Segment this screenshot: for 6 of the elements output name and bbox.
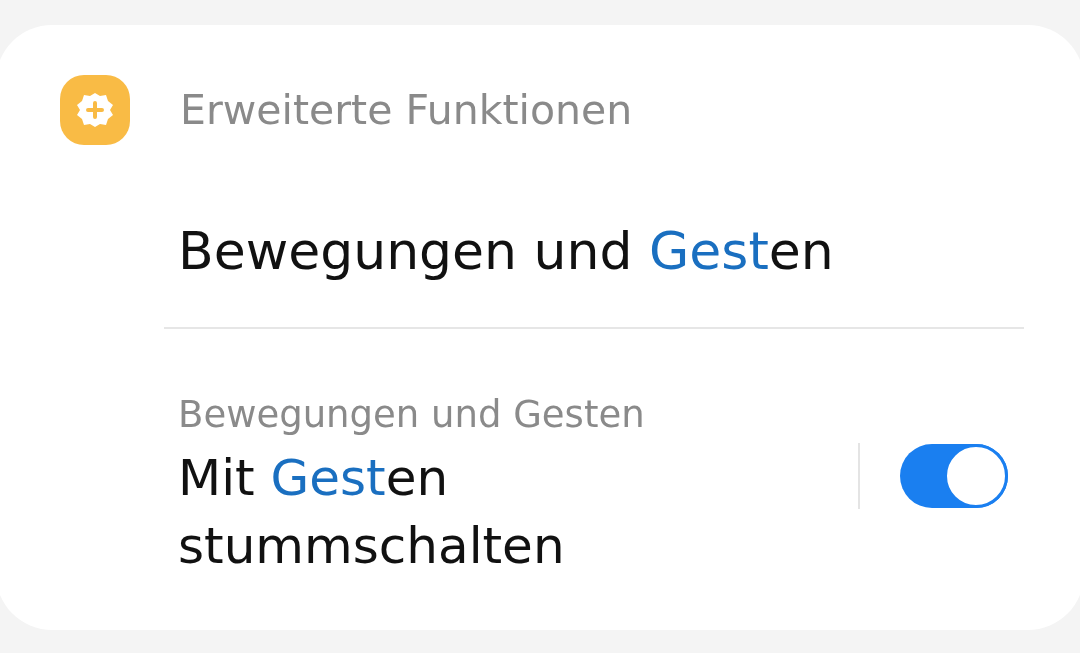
gear-plus-icon: [60, 75, 130, 145]
setting-path: Bewegungen und Gesten: [178, 393, 646, 436]
toggle-switch[interactable]: [900, 444, 1008, 508]
search-result-title[interactable]: Bewegungen und Gesten: [178, 221, 1024, 281]
section-title: Erweiterte Funktionen: [180, 86, 633, 134]
setting-label[interactable]: Mit Gesten stummschalten: [178, 444, 658, 580]
